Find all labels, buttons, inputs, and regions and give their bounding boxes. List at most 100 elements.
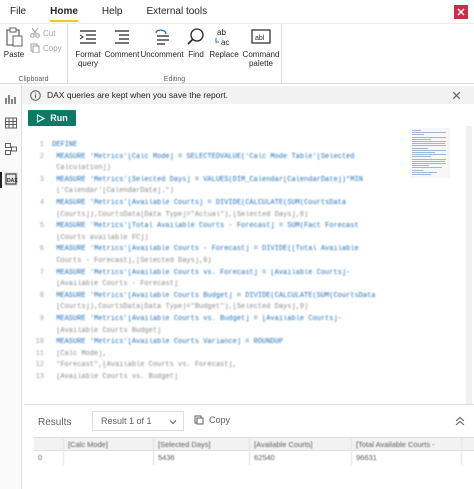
code-line: [Courts]),CourtsData[Data Type]="Budget"… (24, 302, 424, 312)
code-text: MEASURE 'Metrics'[Calc Mode] = SELECTEDV… (52, 152, 355, 161)
find-button[interactable]: Find (185, 26, 207, 59)
code-line: 9 MEASURE 'Metrics'[Available Courts vs.… (24, 314, 424, 324)
table-cell (64, 451, 154, 465)
uncomment-button[interactable]: Uncomment (140, 26, 184, 59)
code-text: [Available Courts - Forecast] (52, 280, 179, 289)
editing-group: Format query Comment Uncomment Find ab ac… (68, 24, 282, 84)
format-query-icon (79, 30, 96, 44)
minimap-line (412, 156, 432, 158)
copy-icon (30, 43, 40, 53)
minimap-line (412, 134, 424, 136)
table-cell: 96631 (352, 451, 462, 465)
code-text: [Courts available FC]) (52, 233, 149, 242)
editor-scrollbar[interactable] (466, 126, 472, 406)
comment-icon (115, 30, 129, 44)
info-icon (30, 89, 41, 101)
column-header[interactable]: [Selected Days] (154, 438, 250, 450)
code-text: MEASURE 'Metrics'[Selected Days] = VALUE… (52, 175, 363, 184)
cut-label: Cut (43, 28, 56, 38)
line-number: 5 (39, 222, 44, 231)
svg-text:abl: abl (255, 35, 265, 42)
paste-button[interactable]: Paste (3, 26, 25, 59)
collapse-icon[interactable] (454, 415, 466, 427)
tab-home[interactable]: Home (50, 0, 78, 24)
info-message: DAX queries are kept when you save the r… (47, 90, 228, 100)
code-line: Calculation]) (24, 163, 424, 173)
tab-external-tools[interactable]: External tools (147, 0, 208, 24)
result-selector-value: Result 1 of 1 (101, 416, 152, 426)
code-line: 10 MEASURE 'Metrics'[Available Courts Va… (24, 337, 424, 347)
find-label: Find (188, 50, 204, 59)
close-icon[interactable] (454, 5, 468, 19)
code-line: ('Calendar'[CalendarDate].*) (24, 186, 424, 196)
line-number: 1 (39, 141, 44, 149)
code-line: 1 DEFINE (24, 140, 424, 150)
line-number: 6 (39, 245, 44, 254)
line-number: 7 (39, 268, 44, 277)
minimap-line (412, 154, 446, 156)
active-view-indicator (0, 172, 2, 188)
tab-help[interactable]: Help (102, 0, 123, 24)
minimap-line (412, 163, 446, 164)
line-number: 11 (35, 349, 44, 358)
tab-file[interactable]: File (10, 0, 26, 24)
code-text: MEASURE 'Metrics'[Available Courts vs. B… (52, 315, 342, 323)
code-text: DEFINE (52, 141, 78, 149)
ribbon-tabs: File Home Help External tools (0, 0, 474, 24)
model-view-icon[interactable] (4, 142, 18, 156)
code-line: Courts - Forecast],[Selected Days],0) (24, 256, 424, 266)
results-header: Results Result 1 of 1 Copy (24, 405, 474, 435)
replace-button[interactable]: ab ac Replace (208, 26, 240, 59)
code-text: MEASURE 'Metrics'[Available Courts Budge… (52, 291, 376, 300)
clipboard-group: Paste Cut Copy Clipboard (0, 24, 68, 84)
column-header[interactable]: [Available Courts] (250, 438, 352, 450)
result-selector[interactable]: Result 1 of 1 (92, 411, 184, 431)
code-text: ('Calendar'[CalendarDate].*) (52, 187, 174, 196)
code-text: MEASURE 'Metrics'[Total Available Courts… (52, 222, 359, 231)
minimap-line (412, 149, 446, 151)
comment-button[interactable]: Comment (103, 26, 141, 59)
paste-label: Paste (3, 50, 25, 59)
paste-icon (6, 27, 23, 47)
comment-label: Comment (104, 50, 140, 59)
play-icon (37, 113, 46, 123)
minimap-line (412, 158, 446, 160)
run-label: Run (50, 113, 68, 123)
chevron-down-icon (169, 420, 177, 425)
column-header[interactable]: [Total Available Courts - (352, 438, 462, 450)
copy-button[interactable]: Copy (30, 43, 62, 53)
code-text: MEASURE 'Metrics'[Available Courts Varia… (52, 338, 284, 347)
minimap-line (412, 169, 424, 171)
dax-editor[interactable]: 1 DEFINE 2 MEASURE 'Metrics'[Calc Mode] = … (24, 132, 470, 404)
command-palette-icon: abl (251, 29, 271, 44)
code-line: [Courts]),CourtsData[Data Type]="Actual"… (24, 210, 424, 220)
code-line: [Courts available FC]) (24, 233, 424, 243)
cut-button[interactable]: Cut (30, 28, 55, 38)
line-number: 4 (39, 199, 44, 207)
editing-group-label: Editing (163, 76, 186, 83)
run-button[interactable]: Run (28, 110, 76, 126)
copy-label: Copy (43, 43, 62, 53)
uncomment-icon (155, 29, 169, 45)
replace-label: Replace (209, 50, 239, 59)
code-text: Courts - Forecast],[Selected Days],0) (52, 257, 212, 265)
dax-query-view-icon[interactable]: DAX (4, 172, 18, 186)
report-view-icon[interactable] (4, 92, 18, 106)
svg-text:ac: ac (221, 38, 229, 47)
column-header[interactable]: [Calc Mode] (64, 438, 154, 450)
svg-text:ab: ab (217, 28, 226, 37)
code-text: [Available Courts Budget] (52, 326, 162, 335)
code-line: 12 "Forecast",[Available Courts vs. Fore… (24, 360, 424, 370)
editor-minimap[interactable] (410, 128, 450, 178)
code-text: [Courts]),CourtsData[Data Type]="Budget"… (52, 303, 309, 312)
info-bar: DAX queries are kept when you save the r… (22, 86, 474, 104)
code-line: [Available Courts - Forecast] (24, 279, 424, 289)
copy-results-button[interactable]: Copy (194, 415, 230, 425)
minimap-line (412, 130, 421, 131)
format-query-button[interactable]: Format query (71, 26, 105, 68)
close-icon[interactable] (451, 90, 462, 101)
code-text: MEASURE 'Metrics'[Available Courts] = DI… (52, 199, 347, 207)
minimap-line (412, 132, 446, 134)
command-palette-button[interactable]: abl Command palette (241, 26, 281, 68)
table-view-icon[interactable] (4, 116, 18, 130)
